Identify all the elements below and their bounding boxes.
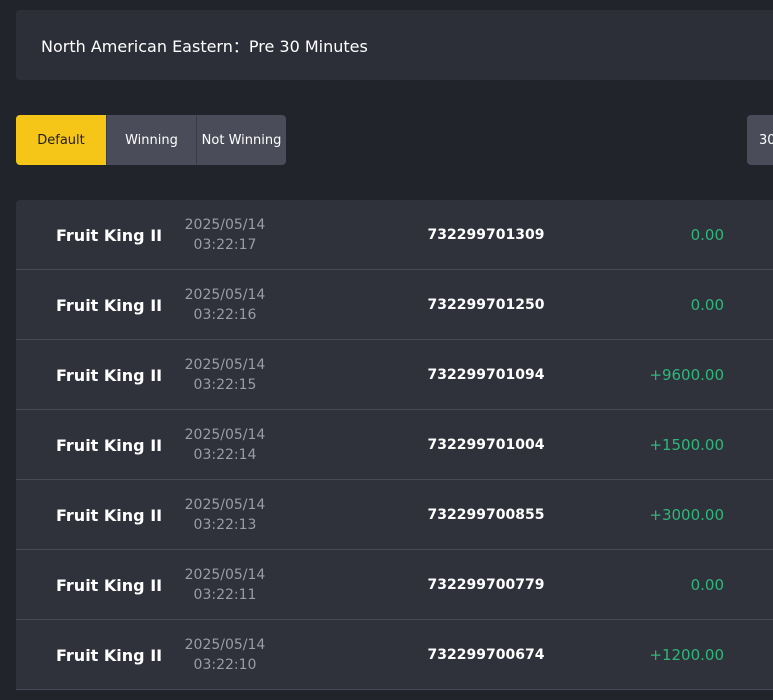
bet-time: 03:22:15 [193,377,257,393]
order-number: 732299701250 [427,297,545,313]
filter-default-button[interactable]: Default [16,115,106,165]
bet-time: 03:22:16 [193,307,257,323]
win-amount: +1200.00 [649,646,724,664]
game-name: Fruit King II [56,295,163,315]
win-amount: +9600.00 [649,366,724,384]
record-row[interactable]: Fruit King II 2025/05/14 03:22:16 732299701… [16,270,773,340]
bet-time: 03:22:13 [193,517,257,533]
bet-date: 2025/05/14 [184,217,266,233]
order-number: 732299701094 [427,367,545,383]
record-row[interactable]: Fruit King II 2025/05/14 03:22:10 732299700… [16,620,773,690]
bet-date: 2025/05/14 [184,567,266,583]
bet-date: 2025/05/14 [184,287,266,303]
result-filter-group: Default Winning Not Winning [16,115,286,165]
bet-datetime: 2025/05/14 03:22:17 [180,215,270,255]
record-row[interactable]: Fruit King II 2025/05/14 03:22:13 732299700… [16,480,773,550]
bet-time: 03:22:11 [193,587,257,603]
bet-date: 2025/05/14 [184,497,266,513]
order-number: 732299700779 [427,577,545,593]
bet-datetime: 2025/05/14 03:22:16 [180,285,270,325]
bet-datetime: 2025/05/14 03:22:10 [180,635,270,675]
filter-not-winning-button[interactable]: Not Winning [196,115,286,165]
win-amount: +1500.00 [649,436,724,454]
order-number: 732299700855 [427,507,545,523]
timezone-title: North American Eastern：Pre 30 Minutes [41,37,368,56]
game-name: Fruit King II [56,225,163,245]
bet-datetime: 2025/05/14 03:22:15 [180,355,270,395]
order-number: 732299701004 [427,437,545,453]
record-row[interactable]: Fruit King II 2025/05/14 03:22:11 732299700… [16,550,773,620]
record-row[interactable]: Fruit King II 2025/05/14 03:22:15 732299701… [16,340,773,410]
bet-datetime: 2025/05/14 03:22:14 [180,425,270,465]
bet-history-page: North American Eastern：Pre 30 Minutes De… [0,0,773,700]
win-amount: 0.00 [690,296,724,314]
filter-winning-button[interactable]: Winning [106,115,196,165]
record-row[interactable]: Fruit King II 2025/05/14 03:22:17 732299701… [16,200,773,270]
order-number: 732299701309 [427,227,545,243]
order-number: 732299700674 [427,647,545,663]
record-row[interactable]: Fruit King II 2025/05/14 03:22:14 732299701… [16,410,773,480]
game-name: Fruit King II [56,575,163,595]
bet-datetime: 2025/05/14 03:22:11 [180,565,270,605]
records-list: Fruit King II 2025/05/14 03:22:17 732299701… [16,200,773,690]
bet-time: 03:22:17 [193,237,257,253]
game-name: Fruit King II [56,365,163,385]
bet-time: 03:22:14 [193,447,257,463]
time-range-button[interactable]: 30 [747,115,773,165]
game-name: Fruit King II [56,435,163,455]
bet-date: 2025/05/14 [184,637,266,653]
win-amount: +3000.00 [649,506,724,524]
timezone-header: North American Eastern：Pre 30 Minutes [16,10,773,80]
bet-date: 2025/05/14 [184,427,266,443]
bet-date: 2025/05/14 [184,357,266,373]
win-amount: 0.00 [690,576,724,594]
win-amount: 0.00 [690,226,724,244]
game-name: Fruit King II [56,645,163,665]
bet-datetime: 2025/05/14 03:22:13 [180,495,270,535]
bet-time: 03:22:10 [193,657,257,673]
game-name: Fruit King II [56,505,163,525]
